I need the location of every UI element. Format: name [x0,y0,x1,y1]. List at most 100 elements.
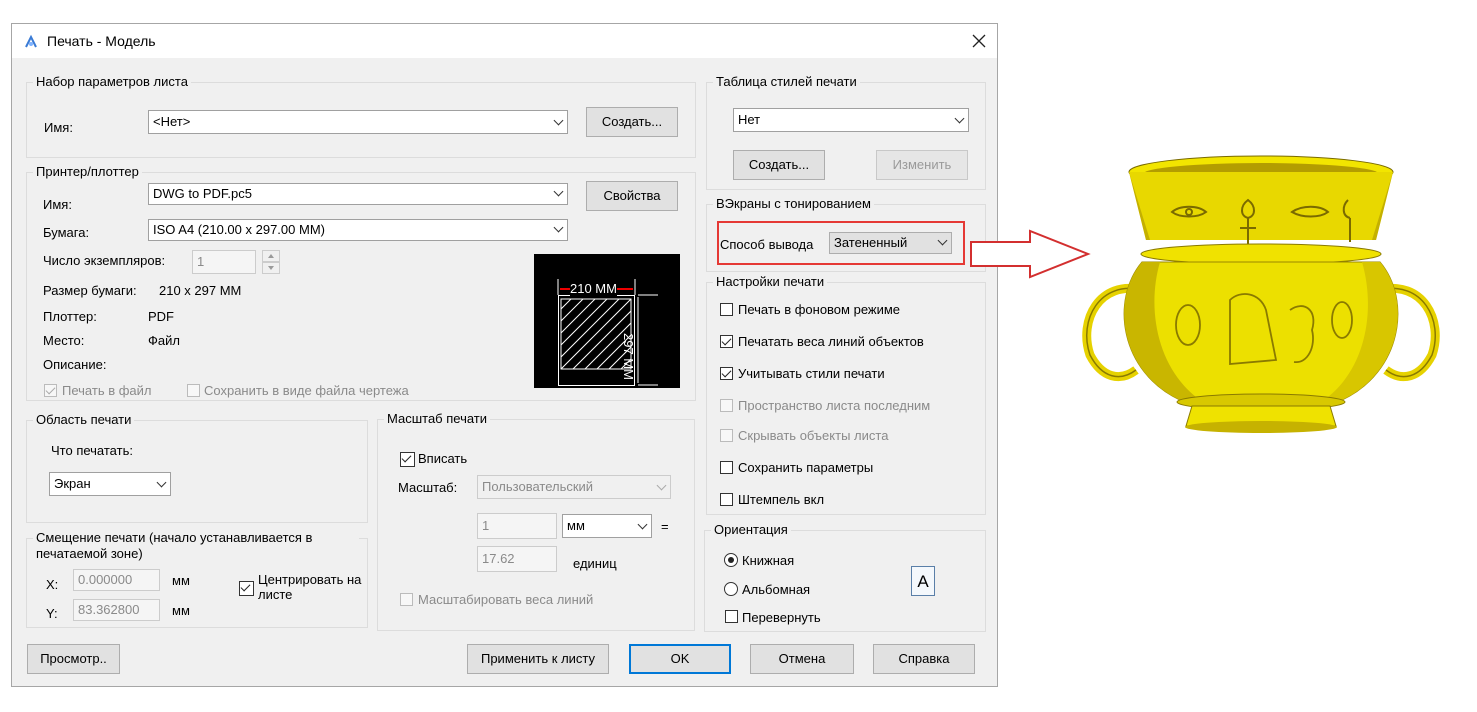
option-hide-objects-checkbox[interactable] [720,429,733,442]
chevron-down-icon [637,519,648,530]
portrait-radio[interactable] [724,553,738,567]
options-group: Настройки печати Печать в фоновом режиме… [706,274,986,515]
page-setup-title: Набор параметров листа [33,74,191,89]
offset-x-input[interactable]: 0.000000 [73,569,160,591]
offset-y-label: Y: [46,606,58,621]
option-stamp-label: Штемпель вкл [738,492,825,507]
printer-title: Принтер/плоттер [33,164,142,179]
what-to-plot-value: Экран [54,476,91,491]
option-lineweights-label: Печатать веса линий объектов [738,334,924,349]
paper-size-value: 210 x 297 MM [159,283,242,298]
copies-input[interactable]: 1 [192,250,256,274]
apply-to-layout-button[interactable]: Применить к листу [467,644,609,674]
printer-group: Принтер/плоттер Имя: DWG to PDF.pc5 Свой… [26,164,696,401]
chevron-down-icon [937,235,948,246]
orientation-page-icon: A [911,566,935,596]
what-to-plot-label: Что печатать: [51,443,133,458]
help-button[interactable]: Справка [873,644,975,674]
scale-units-input[interactable]: 17.62 [477,546,557,572]
option-plotstyles-checkbox[interactable] [720,367,733,380]
page-setup-group: Набор параметров листа Имя: <Нет> Создат… [26,74,696,158]
printer-properties-button[interactable]: Свойства [586,181,678,211]
plot-scale-title: Масштаб печати [384,411,491,426]
title-bar: Печать - Модель [12,24,997,58]
option-stamp-checkbox[interactable] [720,493,733,506]
location-label: Место: [43,333,85,348]
plot-area-title: Область печати [33,412,135,427]
scale-combo[interactable]: Пользовательский [477,475,671,499]
printer-name-combo[interactable]: DWG to PDF.pc5 [148,183,568,205]
shade-mode-label: Способ вывода [720,237,814,252]
scale-value: Пользовательский [482,479,594,494]
landscape-radio[interactable] [724,582,738,596]
paper-label: Бумага: [43,225,90,240]
preview-button[interactable]: Просмотр.. [27,644,120,674]
center-plot-checkbox[interactable] [239,581,254,596]
scale-unit-combo[interactable]: мм [562,514,652,538]
scale-lineweights-checkbox[interactable] [400,593,413,606]
offset-y-input[interactable]: 83.362800 [73,599,160,621]
fit-to-paper-checkbox[interactable] [400,452,415,467]
plot-style-value: Нет [738,112,761,127]
cancel-button[interactable]: Отмена [750,644,854,674]
close-icon[interactable] [972,34,986,48]
scale-lineweights-label: Масштабировать веса линий [418,592,594,607]
plot-offset-title: Смещение печати (начало устанавливается … [33,530,359,562]
chevron-down-icon [954,113,965,124]
scale-unit-value: мм [567,518,585,533]
option-paperspace-last-checkbox[interactable] [720,399,733,412]
plot-area-group: Область печати Что печатать: Экран [26,412,368,523]
landscape-label: Альбомная [742,582,811,597]
paper-size-label: Размер бумаги: [43,283,137,298]
option-save-changes-checkbox[interactable] [720,461,733,474]
copies-spinner[interactable] [262,250,280,274]
page-setup-name-combo[interactable]: <Нет> [148,110,568,134]
options-title: Настройки печати [713,274,828,289]
option-hide-objects-label: Скрывать объекты листа [738,428,889,443]
plotter-value: PDF [148,309,174,324]
center-plot-label: Центрировать на листе [258,572,362,602]
app-icon [25,34,37,48]
red-arrow-icon [970,229,1091,279]
plot-style-edit-button[interactable]: Изменить [876,150,968,180]
plot-style-combo[interactable]: Нет [733,108,969,132]
what-to-plot-combo[interactable]: Экран [49,472,171,496]
option-background-label: Печать в фоновом режиме [738,302,901,317]
copies-label: Число экземпляров: [43,253,166,268]
save-as-file-label: Сохранить в виде файла чертежа [204,383,409,398]
paper-value: ISO A4 (210.00 x 297.00 MM) [153,222,325,237]
chevron-down-icon [553,186,564,197]
plot-style-title: Таблица стилей печати [713,74,860,89]
shade-mode-combo[interactable]: Затененный [829,232,952,254]
printer-name-label: Имя: [43,197,72,212]
printer-name-value: DWG to PDF.pc5 [153,186,252,201]
preview-height-label: 297 MM [621,333,636,380]
scale-units-label: единиц [573,556,617,571]
chevron-down-icon [553,115,564,126]
shaded-vase-image [1082,155,1440,433]
save-as-file-checkbox[interactable] [187,384,200,397]
chevron-down-icon [553,222,564,233]
offset-x-unit: мм [172,573,190,588]
page-setup-name-value: <Нет> [153,114,191,129]
print-to-file-label: Печать в файл [62,383,152,398]
option-lineweights-checkbox[interactable] [720,335,733,348]
offset-y-unit: мм [172,603,190,618]
upside-down-checkbox[interactable] [725,610,738,623]
description-label: Описание: [43,357,107,372]
ok-button[interactable]: OK [629,644,731,674]
shaded-title: ВЭкраны с тонированием [713,196,874,211]
option-plotstyles-label: Учитывать стили печати [738,366,885,381]
chevron-down-icon [156,477,167,488]
option-background-checkbox[interactable] [720,303,733,316]
paper-combo[interactable]: ISO A4 (210.00 x 297.00 MM) [148,219,568,241]
plot-style-create-button[interactable]: Создать... [733,150,825,180]
fit-to-paper-label: Вписать [418,451,468,466]
shaded-group: ВЭкраны с тонированием Способ вывода Зат… [706,196,986,272]
plot-offset-group: Смещение печати (начало устанавливается … [26,530,368,628]
print-to-file-checkbox[interactable] [44,384,57,397]
upside-down-label: Перевернуть [742,610,821,625]
orientation-group: Ориентация Книжная Альбомная Перевернуть… [704,522,986,632]
page-setup-create-button[interactable]: Создать... [586,107,678,137]
scale-inches-input[interactable]: 1 [477,513,557,539]
